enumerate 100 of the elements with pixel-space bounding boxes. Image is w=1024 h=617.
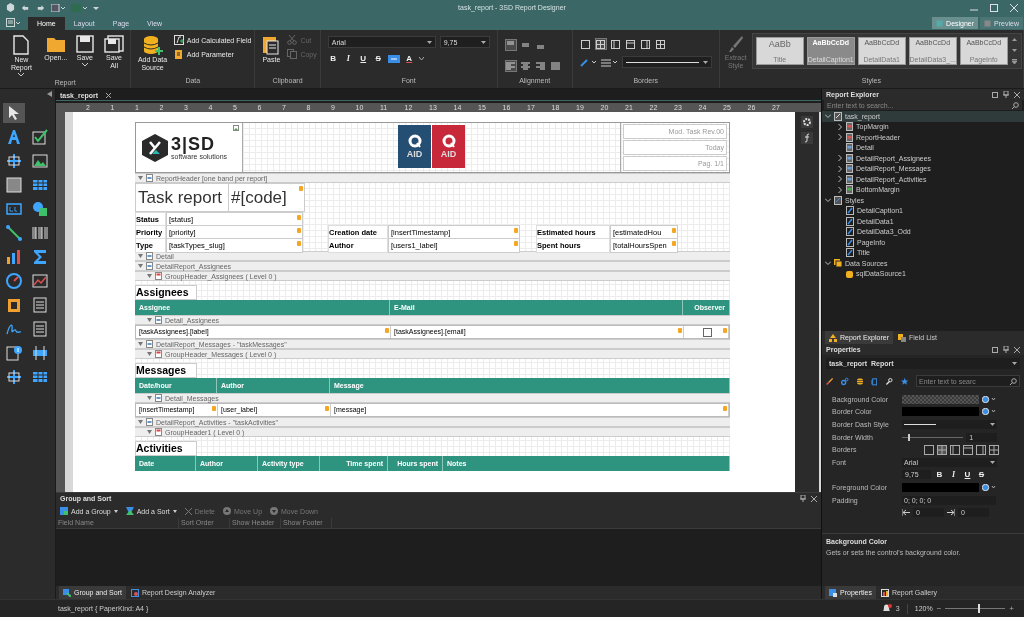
font-style-button[interactable]: I — [948, 469, 959, 481]
color-picker-icon[interactable] — [982, 483, 996, 491]
close-icon[interactable] — [811, 495, 817, 502]
checkbox[interactable] — [703, 327, 712, 337]
layout-icon[interactable] — [71, 3, 87, 12]
sigma-icon[interactable] — [32, 249, 48, 265]
font-color-button[interactable]: A — [403, 53, 415, 64]
table-icon[interactable] — [32, 177, 48, 193]
border-button[interactable] — [989, 444, 999, 455]
color-swatch[interactable] — [902, 482, 979, 492]
brush-icon[interactable] — [826, 375, 834, 387]
border-button[interactable] — [963, 444, 973, 455]
script-icon[interactable] — [801, 132, 813, 144]
align-button[interactable] — [549, 59, 562, 72]
caret-icon[interactable] — [147, 352, 152, 356]
border-button[interactable] — [639, 38, 652, 50]
checkbox-icon[interactable] — [32, 129, 48, 145]
float-icon[interactable] — [992, 91, 998, 98]
more-icon[interactable] — [1011, 59, 1017, 64]
caret-icon[interactable] — [147, 396, 152, 400]
close-icon[interactable] — [1014, 91, 1020, 98]
app-icon[interactable] — [6, 3, 15, 12]
text-icon[interactable] — [6, 129, 22, 145]
barcode-icon[interactable] — [32, 225, 48, 241]
align-button[interactable] — [504, 39, 517, 51]
caret-icon[interactable] — [147, 274, 152, 278]
border-button[interactable] — [624, 38, 637, 50]
chart-icon[interactable] — [6, 249, 22, 265]
redo-icon[interactable] — [36, 3, 45, 12]
close-icon[interactable] — [106, 92, 112, 98]
border-button[interactable] — [654, 38, 667, 50]
gauge-icon[interactable] — [6, 273, 22, 289]
font-style-button[interactable]: I — [342, 53, 354, 64]
align-button[interactable] — [504, 59, 517, 72]
caret-icon[interactable] — [147, 318, 152, 322]
info-icon[interactable] — [6, 345, 22, 361]
color-picker-icon[interactable] — [982, 408, 996, 416]
border-color-icon[interactable] — [579, 57, 598, 67]
zoom-in-button[interactable]: + — [1009, 604, 1014, 613]
highlight-icon[interactable] — [387, 54, 400, 63]
close-icon[interactable] — [1014, 346, 1020, 353]
chevron-icon[interactable] — [836, 165, 843, 172]
maximize-icon[interactable] — [990, 3, 998, 12]
line-weight-icon[interactable] — [600, 57, 619, 67]
border-button[interactable] — [924, 444, 934, 455]
gears-icon[interactable] — [841, 375, 849, 387]
font-style-button[interactable]: B — [327, 53, 339, 64]
chevron-icon[interactable] — [836, 155, 843, 162]
caret-icon[interactable] — [147, 430, 152, 434]
border-button[interactable] — [937, 444, 947, 455]
pin-icon[interactable] — [1003, 346, 1009, 353]
caret-icon[interactable] — [138, 264, 143, 268]
line-style-dropdown[interactable] — [621, 56, 712, 68]
scroll-down-icon[interactable] — [1011, 48, 1017, 52]
align-button[interactable] — [519, 59, 532, 72]
font-style-button[interactable]: S — [976, 469, 987, 481]
caret-icon[interactable] — [138, 420, 143, 424]
chevron-icon[interactable] — [836, 176, 843, 183]
chevron-icon[interactable] — [836, 186, 843, 193]
border-width-slider[interactable] — [902, 436, 964, 438]
font-style-button[interactable]: U — [962, 469, 973, 481]
collapse-icon[interactable] — [47, 91, 52, 97]
label-icon[interactable] — [6, 201, 22, 217]
chevron-icon[interactable] — [836, 123, 843, 130]
edit-icon[interactable] — [6, 153, 22, 169]
border-button[interactable] — [579, 38, 592, 50]
image-icon[interactable] — [32, 153, 48, 169]
menu-icon[interactable] — [6, 18, 20, 27]
pin-icon[interactable] — [800, 495, 806, 502]
shapes-icon[interactable] — [32, 201, 48, 217]
color-swatch[interactable] — [902, 407, 979, 417]
pin-icon[interactable] — [1003, 91, 1009, 98]
font-style-button[interactable]: S — [372, 53, 384, 64]
list-icon[interactable] — [32, 321, 48, 337]
scroll-up-icon[interactable] — [1011, 38, 1017, 41]
align-button[interactable] — [534, 59, 547, 72]
zoom-out-button[interactable]: − — [936, 604, 942, 613]
customize-icon[interactable] — [93, 4, 99, 11]
dash-style-dropdown[interactable] — [902, 420, 997, 429]
sparkline-icon[interactable] — [32, 273, 48, 289]
chevron-icon[interactable] — [824, 113, 831, 120]
caret-icon[interactable] — [138, 342, 143, 346]
border-button[interactable] — [609, 38, 622, 50]
float-icon[interactable] — [992, 346, 998, 353]
layout-icon[interactable] — [32, 345, 48, 361]
font-style-button[interactable]: B — [934, 469, 945, 481]
line-icon[interactable] — [6, 225, 22, 241]
table-icon[interactable] — [32, 369, 48, 385]
theme-icon[interactable] — [51, 3, 65, 12]
chevron-icon[interactable] — [824, 197, 831, 204]
caret-icon[interactable] — [138, 176, 143, 180]
font-style-button[interactable]: U — [357, 53, 369, 64]
chevron-icon[interactable] — [836, 134, 843, 141]
color-swatch[interactable] — [902, 394, 979, 404]
document-icon[interactable] — [32, 297, 48, 313]
layout-icon[interactable] — [6, 369, 22, 385]
wrench-icon[interactable] — [885, 375, 893, 387]
bell-icon[interactable] — [881, 604, 892, 613]
settings-icon[interactable] — [801, 116, 813, 128]
chevron-icon[interactable] — [824, 260, 831, 267]
